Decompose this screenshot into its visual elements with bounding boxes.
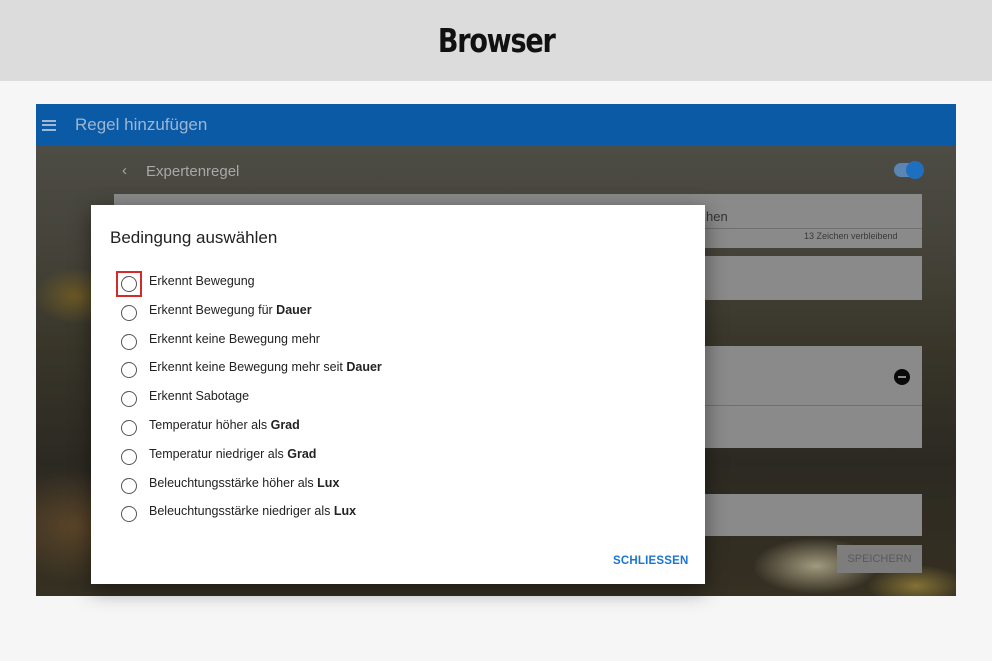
condition-option[interactable]: Erkennt Bewegung <box>91 268 705 297</box>
condition-option[interactable]: Beleuchtungsstärke niedriger als Lux <box>91 498 705 527</box>
option-text: Temperatur höher als <box>149 418 271 432</box>
browser-banner: Browser <box>0 0 992 81</box>
minus-circle-icon[interactable] <box>894 369 910 385</box>
select-condition-dialog: Bedingung auswählen Erkennt Bewegung Erke… <box>91 205 705 584</box>
banner-title: Browser <box>437 21 556 60</box>
radio-button[interactable] <box>121 276 137 292</box>
option-parameter: Grad <box>287 446 317 461</box>
chevron-left-icon[interactable]: ‹ <box>122 162 127 179</box>
toggle-knob[interactable] <box>906 161 924 179</box>
option-parameter: Dauer <box>276 302 312 317</box>
option-parameter: Lux <box>333 504 357 519</box>
radio-button[interactable] <box>121 391 137 408</box>
option-text: Erkennt keine Bewegung mehr <box>149 331 320 346</box>
radio-button[interactable] <box>121 333 137 350</box>
radio-button[interactable] <box>121 420 137 436</box>
condition-option[interactable]: Erkennt Bewegung für Dauer <box>91 297 705 326</box>
option-parameter: Lux <box>317 475 340 490</box>
condition-option[interactable]: Erkennt keine Bewegung mehr <box>91 326 705 355</box>
option-parameter: Dauer <box>346 360 382 375</box>
option-text: Temperatur niedriger als <box>149 446 288 461</box>
condition-option-label: Erkennt Sabotage <box>149 389 249 403</box>
save-button[interactable]: SPEICHERN <box>837 545 922 573</box>
option-text: Erkennt Bewegung für <box>149 302 277 317</box>
condition-option-label: Temperatur niedriger als Grad <box>149 447 316 461</box>
option-text: Erkennt Bewegung <box>149 274 255 288</box>
option-text: Erkennt Sabotage <box>149 389 250 404</box>
app-bar-title: Regel hinzufügen <box>75 115 208 134</box>
condition-option-label: Beleuchtungsstärke niedriger als Lux <box>149 504 356 518</box>
radio-button[interactable] <box>121 506 137 523</box>
hamburger-menu-icon[interactable] <box>42 119 56 131</box>
option-parameter: Grad <box>270 418 300 432</box>
condition-option-label: Temperatur höher als Grad <box>149 418 300 432</box>
condition-option[interactable]: Temperatur niedriger als Grad <box>91 441 705 470</box>
condition-option-label: Erkennt Bewegung <box>149 274 255 288</box>
condition-option-label: Erkennt keine Bewegung mehr seit Dauer <box>149 360 382 374</box>
character-counter: 13 Zeichen verbleibend <box>804 231 898 241</box>
condition-option-label: Erkennt keine Bewegung mehr <box>149 332 320 346</box>
condition-option[interactable]: Erkennt Sabotage <box>91 383 705 412</box>
radio-button[interactable] <box>121 448 137 465</box>
expert-rule-label: Expertenregel <box>146 163 240 180</box>
option-text: Erkennt keine Bewegung mehr seit <box>149 360 347 375</box>
condition-option-label: Erkennt Bewegung für Dauer <box>149 303 312 317</box>
radio-button[interactable] <box>121 362 137 379</box>
app-bar: Regel hinzufügen <box>36 104 956 146</box>
condition-option[interactable]: Temperatur höher als Grad <box>91 412 705 441</box>
option-text: Beleuchtungsstärke niedriger als <box>149 504 334 519</box>
condition-option-label: Beleuchtungsstärke höher als Lux <box>149 476 339 490</box>
condition-option[interactable]: Erkennt keine Bewegung mehr seit Dauer <box>91 354 705 383</box>
radio-button[interactable] <box>121 304 137 321</box>
rule-name-text: hen <box>706 209 728 224</box>
dialog-title: Bedingung auswählen <box>110 228 278 247</box>
close-button[interactable]: SCHLIESSEN <box>613 555 689 567</box>
condition-option[interactable]: Beleuchtungsstärke höher als Lux <box>91 470 705 499</box>
option-text: Beleuchtungsstärke höher als <box>149 475 318 490</box>
radio-button[interactable] <box>121 477 137 494</box>
